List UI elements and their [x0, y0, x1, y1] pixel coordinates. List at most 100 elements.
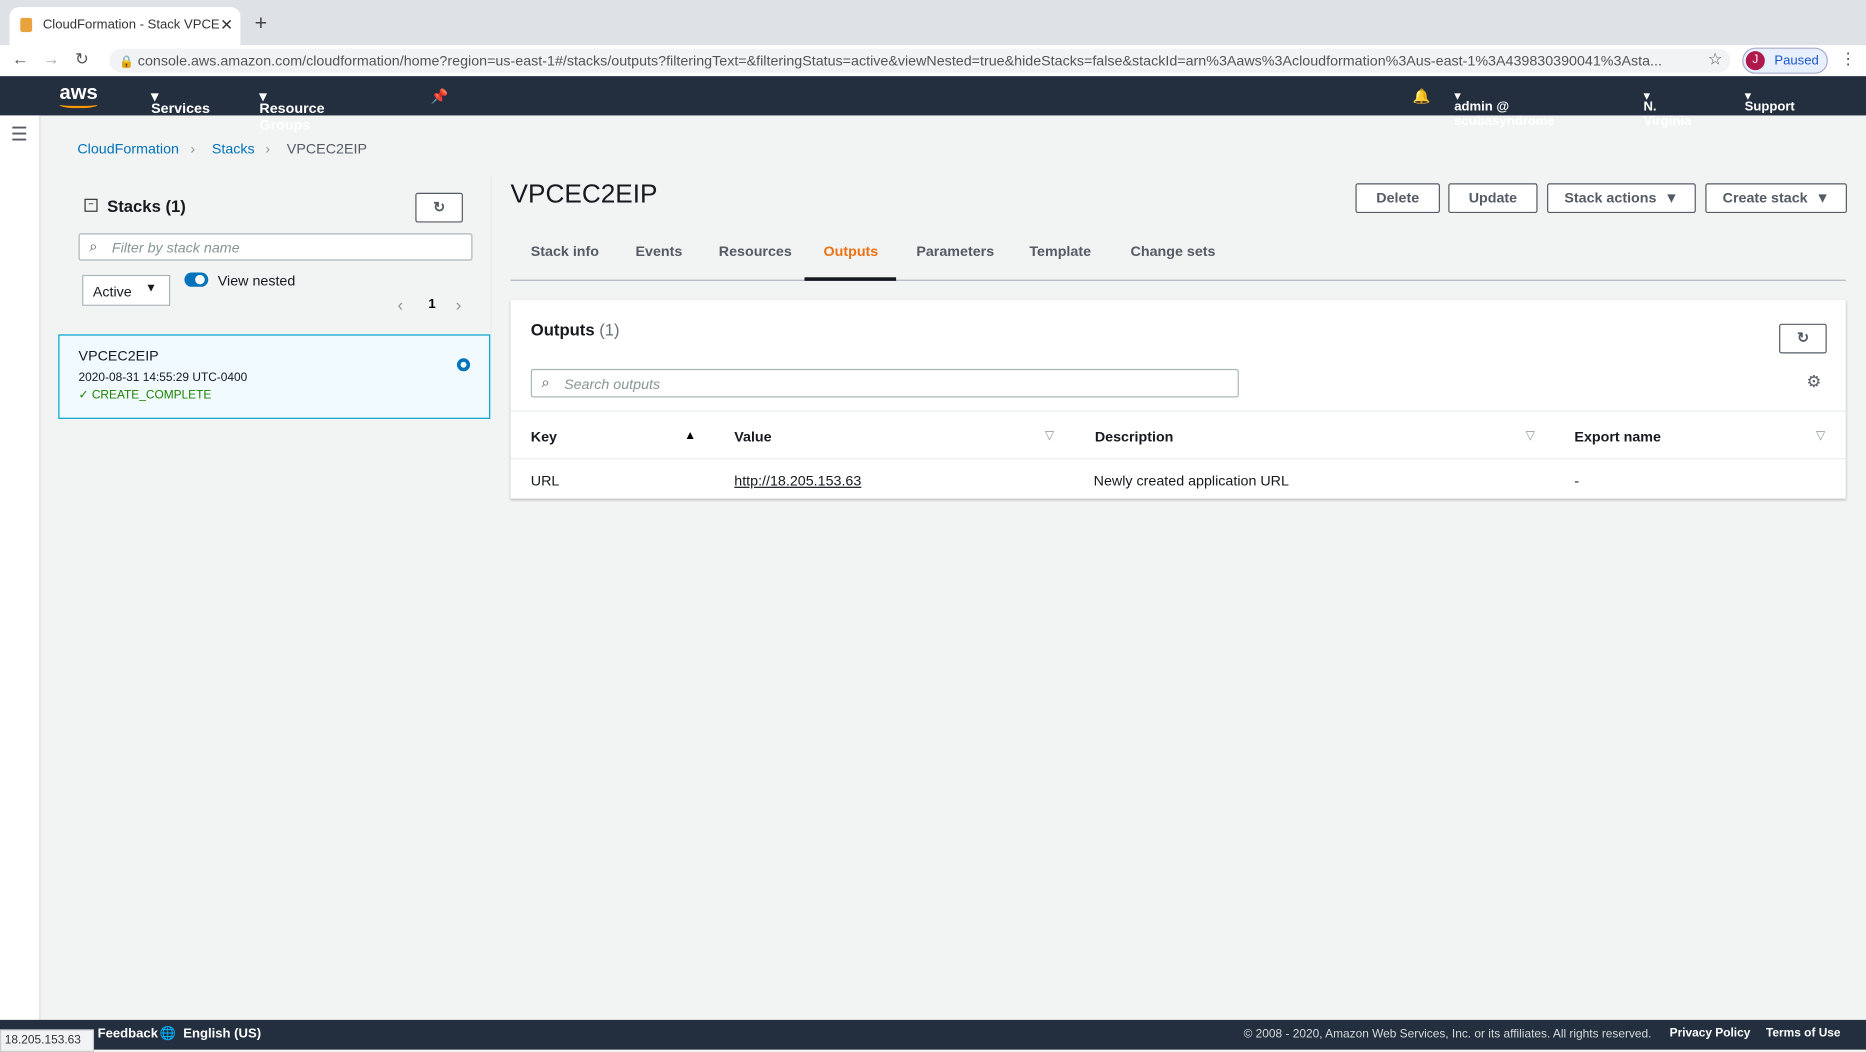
- breadcrumb-stacks[interactable]: Stacks: [212, 140, 255, 157]
- collapse-panel-icon[interactable]: −: [84, 198, 98, 212]
- filter-placeholder: Filter by stack name: [111, 239, 240, 256]
- stack-actions-button[interactable]: Stack actions ▼: [1547, 183, 1696, 214]
- copyright-text: © 2008 - 2020, Amazon Web Services, Inc.…: [1243, 1028, 1652, 1042]
- view-nested-label: View nested: [217, 272, 296, 290]
- refresh-stacks-button[interactable]: ↻: [415, 192, 463, 223]
- prev-page-icon[interactable]: ‹: [397, 295, 403, 314]
- hamburger-menu-icon[interactable]: ☰: [11, 123, 28, 147]
- sort-icon[interactable]: ▽: [1045, 430, 1054, 443]
- aws-top-nav: aws Services ▾ Resource Groups ▾ 📌 🔔 adm…: [0, 76, 1866, 133]
- view-nested-toggle[interactable]: [184, 272, 209, 287]
- address-bar-row: ← → ↻ 🔒 console.aws.amazon.com/cloudform…: [0, 45, 1866, 78]
- avatar: J: [1745, 51, 1765, 71]
- caret-down-icon: ▼: [145, 282, 157, 296]
- url-text: console.aws.amazon.com/cloudformation/ho…: [137, 52, 1662, 70]
- status-filter-select[interactable]: Active ▼: [82, 274, 171, 306]
- profile-button[interactable]: J Paused: [1742, 47, 1828, 74]
- breadcrumb-current: VPCEC2EIP: [286, 140, 367, 158]
- output-export-name: -: [1574, 472, 1580, 490]
- sort-icon[interactable]: ▽: [1816, 430, 1825, 443]
- column-header-key[interactable]: Key: [531, 428, 557, 445]
- delete-button[interactable]: Delete: [1355, 183, 1440, 214]
- breadcrumb-chevron-icon: ›: [190, 140, 196, 158]
- column-header-export-name[interactable]: Export name: [1574, 428, 1661, 445]
- tabs-divider: [510, 279, 1846, 281]
- region-menu[interactable]: N. Virginia ▾: [1643, 88, 1691, 128]
- column-header-value[interactable]: Value: [734, 428, 771, 445]
- active-tab-indicator: [804, 277, 897, 281]
- stack-list-item[interactable]: VPCEC2EIP 2020-08-31 14:55:29 UTC-0400 ✓…: [58, 334, 491, 419]
- side-nav-strip: ☰: [0, 115, 41, 1020]
- region-label: N. Virginia: [1643, 99, 1692, 129]
- search-outputs-input[interactable]: ⌕ Search outputs: [530, 368, 1239, 398]
- browser-tab[interactable]: CloudFormation - Stack VPCE ✕: [9, 7, 241, 46]
- output-key: URL: [530, 472, 560, 490]
- create-stack-button[interactable]: Create stack ▼: [1705, 183, 1847, 214]
- forward-icon[interactable]: →: [43, 49, 60, 68]
- support-label: Support: [1744, 99, 1795, 115]
- support-menu[interactable]: Support ▾: [1745, 88, 1795, 114]
- search-icon: ⌕: [89, 238, 98, 255]
- resource-groups-menu[interactable]: Resource Groups ▾: [259, 88, 324, 133]
- sort-icon[interactable]: ▽: [1526, 430, 1535, 443]
- tab-events[interactable]: Events: [635, 243, 682, 260]
- language-selector[interactable]: English (US): [183, 1027, 261, 1041]
- services-label: Services: [151, 99, 210, 117]
- outputs-panel: Outputs (1) ↻ ⌕ Search outputs ⚙: [510, 299, 1846, 499]
- stacks-title: Stacks: [107, 196, 161, 216]
- url-field[interactable]: 🔒 console.aws.amazon.com/cloudformation/…: [109, 48, 1731, 73]
- link-status-tooltip: 18.205.153.63: [0, 1029, 95, 1052]
- stacks-panel: − Stacks (1) ↻ ⌕ Filter by stack name Ac…: [58, 176, 492, 335]
- settings-gear-icon[interactable]: ⚙: [1806, 371, 1821, 391]
- tab-resources[interactable]: Resources: [719, 243, 792, 260]
- filter-stacks-input[interactable]: ⌕ Filter by stack name: [78, 233, 473, 261]
- outputs-title: Outputs: [530, 320, 595, 340]
- selected-radio[interactable]: [456, 358, 471, 372]
- tab-template[interactable]: Template: [1029, 243, 1091, 260]
- globe-icon: 🌐: [159, 1027, 176, 1042]
- sort-ascending-icon[interactable]: ▲: [684, 430, 696, 443]
- browser-menu-icon[interactable]: ⋮: [1840, 49, 1857, 69]
- tab-stack-info[interactable]: Stack info: [531, 243, 599, 260]
- account-menu[interactable]: admin @ scubasyndrome ▾: [1454, 88, 1554, 128]
- aws-smile-icon: [59, 101, 98, 109]
- user-label: admin @ scubasyndrome: [1454, 99, 1555, 129]
- pin-icon[interactable]: 📌: [431, 88, 449, 105]
- next-page-icon[interactable]: ›: [456, 295, 462, 314]
- output-value-link[interactable]: http://18.205.153.63: [734, 472, 861, 489]
- close-tab-icon[interactable]: ✕: [220, 15, 233, 34]
- tab-outputs[interactable]: Outputs: [824, 243, 879, 260]
- lock-icon: 🔒: [119, 55, 134, 70]
- footer: Feedback 🌐 English (US) © 2008 - 2020, A…: [0, 1019, 1866, 1050]
- notifications-bell-icon[interactable]: 🔔: [1413, 88, 1431, 105]
- column-header-description[interactable]: Description: [1095, 428, 1174, 445]
- privacy-policy-link[interactable]: Privacy Policy: [1670, 1027, 1751, 1040]
- browser-tab-bar: CloudFormation - Stack VPCE ✕ +: [0, 0, 1866, 46]
- search-icon: ⌕: [541, 373, 550, 391]
- success-check-icon: ✓: [78, 389, 89, 403]
- update-button[interactable]: Update: [1448, 183, 1538, 214]
- page-title: VPCEC2EIP: [510, 178, 658, 209]
- new-tab-icon[interactable]: +: [255, 11, 268, 36]
- stack-actions-label: Stack actions: [1564, 189, 1657, 206]
- breadcrumb-cloudformation[interactable]: CloudFormation: [77, 140, 179, 157]
- resource-groups-label: Resource Groups: [259, 99, 325, 134]
- profile-status: Paused: [1774, 53, 1819, 68]
- tab-change-sets[interactable]: Change sets: [1131, 243, 1216, 260]
- search-outputs-placeholder: Search outputs: [564, 376, 661, 393]
- tab-title: CloudFormation - Stack VPCE: [42, 17, 220, 33]
- reload-icon[interactable]: ↻: [75, 49, 89, 69]
- cloudformation-favicon-icon: [20, 17, 33, 33]
- services-menu[interactable]: Services ▾: [151, 88, 210, 117]
- page-number[interactable]: 1: [428, 298, 435, 312]
- back-icon[interactable]: ←: [12, 49, 29, 68]
- refresh-outputs-button[interactable]: ↻: [1779, 323, 1827, 354]
- bookmark-star-icon[interactable]: ☆: [1708, 49, 1723, 69]
- feedback-link[interactable]: Feedback: [98, 1027, 158, 1041]
- create-stack-label: Create stack: [1722, 189, 1808, 206]
- tab-parameters[interactable]: Parameters: [916, 243, 994, 260]
- stack-name: VPCEC2EIP: [78, 347, 159, 365]
- outputs-count: (1): [599, 320, 620, 340]
- terms-of-use-link[interactable]: Terms of Use: [1766, 1027, 1841, 1040]
- stack-status: CREATE_COMPLETE: [91, 389, 212, 403]
